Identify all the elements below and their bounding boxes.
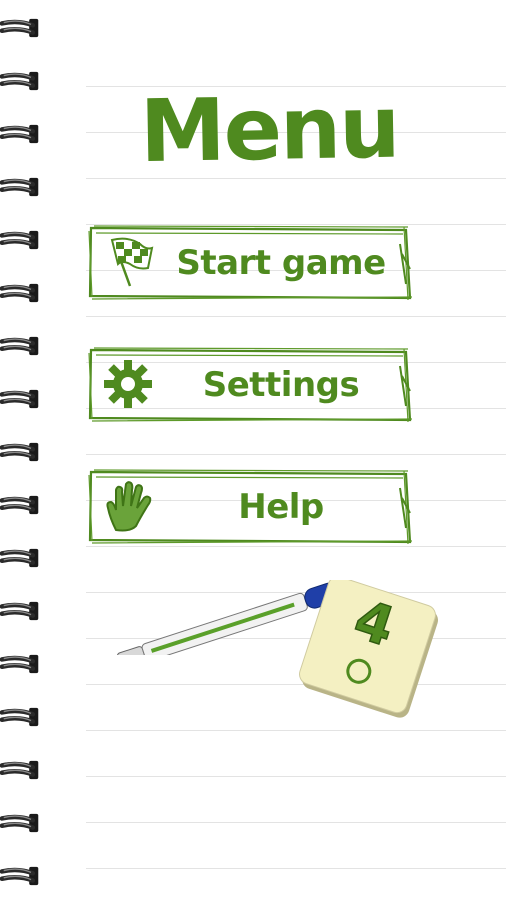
start-game-button[interactable]: Start game	[88, 224, 414, 302]
spiral-ring	[0, 760, 39, 780]
hand-icon	[106, 481, 152, 532]
spiral-ring	[0, 442, 39, 462]
help-button[interactable]: Help	[88, 468, 414, 546]
spiral-ring	[0, 601, 39, 621]
page-title: Menu	[139, 77, 400, 183]
spiral-ring	[0, 813, 39, 833]
spiral-ring	[0, 177, 39, 197]
gear-icon	[104, 360, 152, 408]
settings-button[interactable]: Settings	[88, 346, 414, 424]
spiral-binding	[0, 0, 48, 900]
start-game-label: Start game	[176, 243, 386, 283]
spiral-ring	[0, 230, 39, 250]
number-tile: 4	[299, 580, 439, 718]
spiral-ring	[0, 18, 39, 38]
spiral-ring	[0, 495, 39, 515]
settings-label: Settings	[202, 365, 360, 405]
spiral-ring	[0, 124, 39, 144]
spiral-ring	[0, 389, 39, 409]
checkered-flag-icon	[110, 237, 154, 287]
spiral-ring	[0, 707, 39, 727]
spiral-ring	[0, 283, 39, 303]
spiral-ring	[0, 336, 39, 356]
spiral-ring	[0, 71, 39, 91]
spiral-ring	[0, 654, 39, 674]
spiral-ring	[0, 548, 39, 568]
help-label: Help	[238, 487, 324, 527]
spiral-ring	[0, 866, 39, 886]
